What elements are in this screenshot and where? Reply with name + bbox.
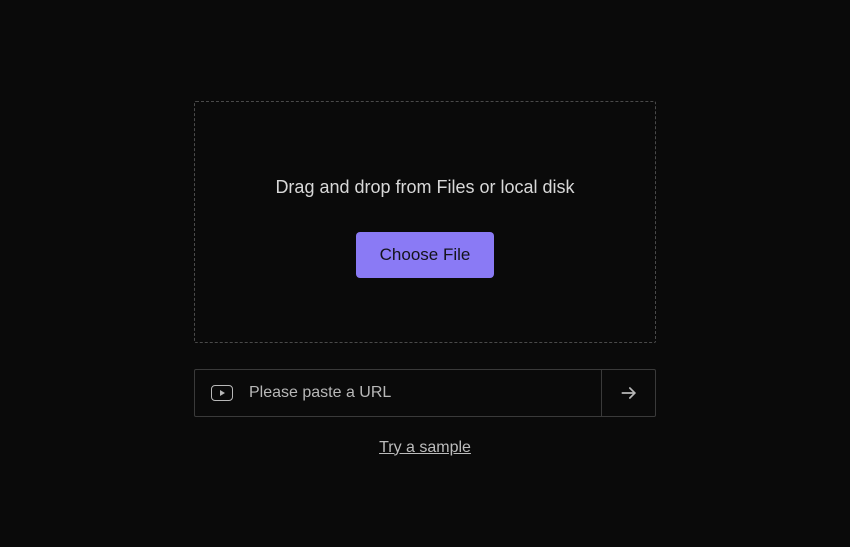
video-icon xyxy=(211,385,233,401)
choose-file-button[interactable]: Choose File xyxy=(356,232,495,278)
try-sample-link[interactable]: Try a sample xyxy=(379,439,471,457)
arrow-right-icon xyxy=(619,383,639,403)
dropzone-instruction: Drag and drop from Files or local disk xyxy=(275,177,574,198)
url-input-wrap xyxy=(195,370,601,416)
submit-url-button[interactable] xyxy=(601,370,655,416)
upload-container: Drag and drop from Files or local disk C… xyxy=(194,101,656,457)
dropzone[interactable]: Drag and drop from Files or local disk C… xyxy=(194,101,656,343)
url-row xyxy=(194,369,656,417)
url-input[interactable] xyxy=(249,384,585,402)
